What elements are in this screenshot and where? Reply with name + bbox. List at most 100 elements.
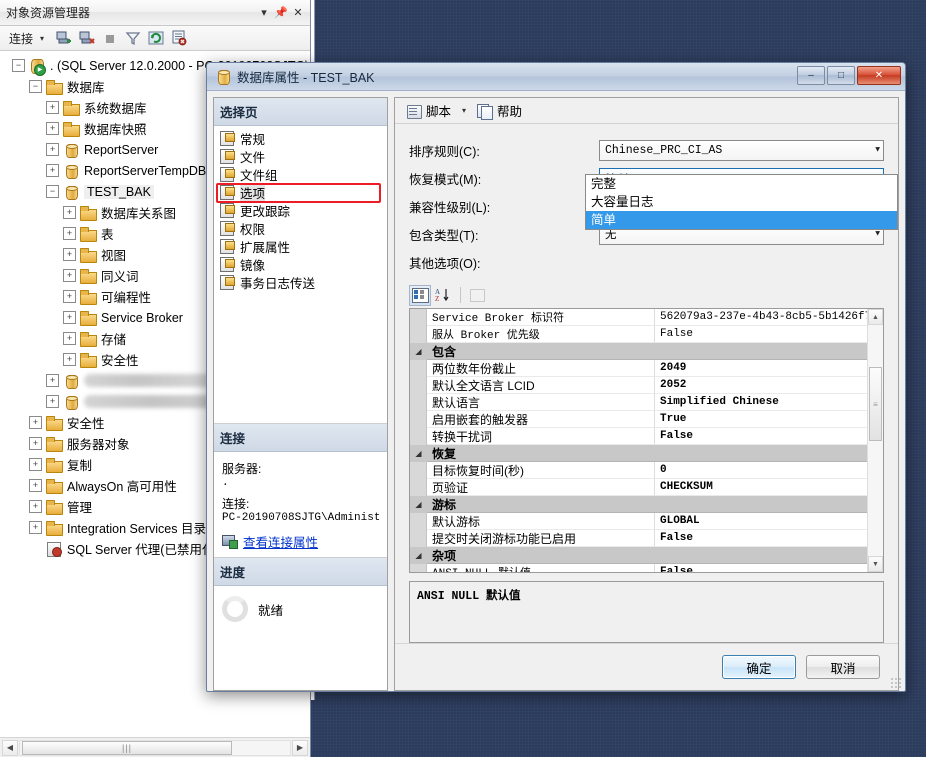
script-button[interactable]: 脚本 — [403, 99, 454, 122]
property-category-row[interactable]: ◢ 恢复 — [410, 445, 867, 463]
property-value[interactable] — [655, 343, 867, 361]
select-page-item[interactable]: 扩展属性 — [214, 237, 387, 255]
property-row[interactable]: 服从 Broker 优先级 False — [410, 326, 867, 344]
select-page-item[interactable]: 权限 — [214, 219, 387, 237]
select-page-item[interactable]: 文件组 — [214, 165, 387, 183]
property-grid-rows[interactable]: Service Broker 标识符 562079a3-237e-4b43-8cb… — [410, 309, 867, 573]
expand-icon[interactable]: + — [63, 332, 76, 345]
property-value[interactable] — [655, 547, 867, 565]
expand-icon[interactable]: + — [46, 101, 59, 114]
property-value[interactable]: False — [655, 428, 867, 446]
property-row[interactable]: 默认全文语言 LCID 2052 — [410, 377, 867, 395]
select-page-item[interactable]: 常规 — [214, 129, 387, 147]
category-collapse-icon[interactable]: ◢ — [410, 547, 427, 565]
expand-icon[interactable]: + — [46, 164, 59, 177]
close-button[interactable]: ✕ — [857, 66, 901, 85]
property-value[interactable] — [655, 445, 867, 463]
minimize-button[interactable]: – — [797, 66, 825, 85]
property-value[interactable]: 2052 — [655, 377, 867, 395]
category-collapse-icon[interactable]: ◢ — [410, 445, 427, 463]
expand-icon[interactable]: + — [29, 521, 42, 534]
property-row[interactable]: 默认游标 GLOBAL — [410, 513, 867, 531]
expand-icon[interactable]: + — [63, 311, 76, 324]
refresh-icon[interactable] — [146, 28, 166, 48]
dropdown-option[interactable]: 简单 — [586, 211, 897, 230]
property-value[interactable]: Simplified Chinese — [655, 394, 867, 412]
view-connection-properties-link[interactable]: 查看连接属性 — [222, 532, 379, 551]
cancel-button[interactable]: 取消 — [806, 655, 880, 680]
property-grid[interactable]: Service Broker 标识符 562079a3-237e-4b43-8cb… — [409, 308, 884, 574]
connect-dropdown-button[interactable]: 连接 ▾ — [6, 28, 51, 49]
categorized-sort-button[interactable] — [409, 284, 431, 306]
expand-icon[interactable]: + — [63, 353, 76, 366]
scroll-right-arrow-icon[interactable]: ▶ — [292, 739, 308, 756]
scrollbar-track[interactable]: ≡ — [868, 325, 883, 557]
expand-icon[interactable]: + — [29, 479, 42, 492]
close-icon[interactable]: ✕ — [290, 4, 306, 22]
maximize-button[interactable]: □ — [827, 66, 855, 85]
expand-icon[interactable]: + — [46, 122, 59, 135]
dropdown-option[interactable]: 大容量日志 — [586, 193, 897, 211]
scrollbar-track[interactable]: ||| — [19, 739, 291, 756]
select-page-item[interactable]: 更改跟踪 — [214, 201, 387, 219]
chevron-down-icon[interactable]: ▾ — [462, 106, 466, 115]
property-value[interactable]: CHECKSUM — [655, 479, 867, 497]
alphabetical-sort-button[interactable]: AZ — [433, 285, 455, 306]
property-value[interactable]: False — [655, 564, 867, 572]
category-collapse-icon[interactable]: ◢ — [410, 343, 427, 361]
expand-icon[interactable]: + — [29, 416, 42, 429]
expand-icon[interactable]: + — [29, 458, 42, 471]
expand-icon[interactable]: + — [63, 206, 76, 219]
property-grid-scrollbar[interactable]: ▲ ≡ ▼ — [867, 309, 883, 573]
property-value[interactable]: 2049 — [655, 360, 867, 378]
ok-button[interactable]: 确定 — [722, 655, 796, 680]
property-row[interactable]: 提交时关闭游标功能已启用 False — [410, 530, 867, 548]
disconnect-icon[interactable] — [77, 28, 97, 48]
property-row[interactable]: 默认语言 Simplified Chinese — [410, 394, 867, 412]
property-row[interactable]: 目标恢复时间(秒) 0 — [410, 462, 867, 480]
select-page-item[interactable]: 选项 — [214, 182, 387, 203]
help-button[interactable]: 帮助 — [474, 99, 525, 122]
category-collapse-icon[interactable]: ◢ — [410, 496, 427, 514]
property-row[interactable]: 转换干扰词 False — [410, 428, 867, 446]
expand-icon[interactable]: + — [63, 290, 76, 303]
expand-icon[interactable]: + — [46, 395, 59, 408]
expand-icon[interactable]: + — [29, 500, 42, 513]
collapse-icon[interactable]: − — [12, 59, 25, 72]
property-row[interactable]: ANSI NULL 默认值False — [410, 564, 867, 573]
script-error-icon[interactable] — [169, 28, 189, 48]
recovery-model-dropdown-list[interactable]: 完整 大容量日志 简单 — [585, 174, 898, 231]
select-page-list[interactable]: 常规 文件 文件组 选项 更改跟踪 权限 扩展属性 镜像 事务日志传送 — [214, 126, 387, 291]
property-category-row[interactable]: ◢ 杂项 — [410, 547, 867, 565]
connect-object-explorer-icon[interactable] — [54, 28, 74, 48]
expand-icon[interactable]: + — [63, 227, 76, 240]
object-explorer-horizontal-scrollbar[interactable]: ◀ ||| ▶ — [0, 737, 310, 757]
property-value[interactable]: GLOBAL — [655, 513, 867, 531]
pin-icon[interactable]: 📌 — [273, 4, 289, 22]
chevron-down-icon[interactable]: ▼ — [875, 146, 880, 155]
dropdown-option[interactable]: 完整 — [586, 175, 897, 193]
property-category-row[interactable]: ◢ 包含 — [410, 343, 867, 361]
chevron-down-icon[interactable]: ▼ — [875, 230, 880, 239]
expand-icon[interactable]: + — [46, 374, 59, 387]
property-pages-button[interactable] — [466, 285, 488, 306]
property-row[interactable]: 启用嵌套的触发器 True — [410, 411, 867, 429]
expand-icon[interactable]: + — [46, 143, 59, 156]
property-value[interactable] — [655, 496, 867, 514]
select-page-item[interactable]: 事务日志传送 — [214, 273, 387, 291]
select-page-item[interactable]: 文件 — [214, 147, 387, 165]
property-category-row[interactable]: ◢ 游标 — [410, 496, 867, 514]
scrollbar-thumb[interactable]: ||| — [22, 740, 232, 755]
expand-icon[interactable]: + — [63, 248, 76, 261]
expand-icon[interactable]: + — [29, 437, 42, 450]
filter-icon[interactable] — [123, 28, 143, 48]
scrollbar-thumb[interactable]: ≡ — [869, 367, 882, 442]
property-value[interactable]: 562079a3-237e-4b43-8cb5-5b1426f738b4 — [655, 309, 867, 327]
collapse-icon[interactable]: − — [46, 185, 59, 198]
scroll-up-arrow-icon[interactable]: ▲ — [868, 309, 883, 326]
property-row[interactable]: Service Broker 标识符 562079a3-237e-4b43-8cb… — [410, 309, 867, 327]
property-value[interactable]: False — [655, 326, 867, 344]
scroll-down-arrow-icon[interactable]: ▼ — [868, 556, 883, 573]
collapse-icon[interactable]: − — [29, 80, 42, 93]
property-row[interactable]: 页验证 CHECKSUM — [410, 479, 867, 497]
